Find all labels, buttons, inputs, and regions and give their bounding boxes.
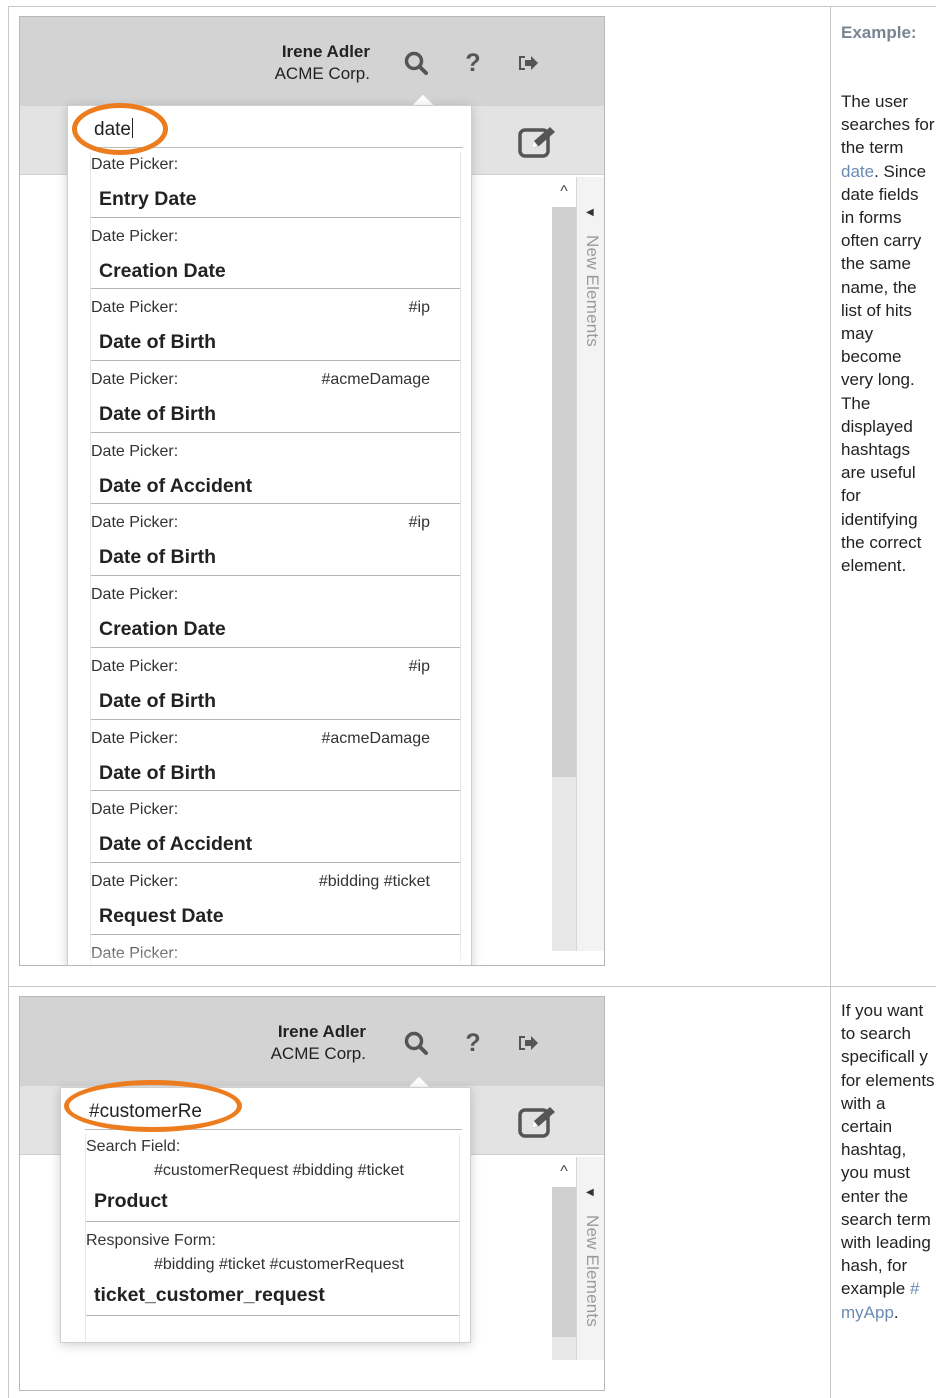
help-icon[interactable]: ? [455, 45, 491, 81]
help-icon[interactable]: ? [455, 1025, 491, 1061]
result-name: Creation Date [99, 618, 226, 641]
result-tags: #acmeDamage [321, 729, 431, 747]
result-name: ticket_customer_request [94, 1284, 325, 1306]
result-type: Date Picker: [91, 657, 179, 675]
result-type: Date Picker: [91, 586, 179, 604]
note-text-1: The user searches for the term date. Sin… [841, 92, 935, 576]
result-item[interactable]: Date Picker: Date of Accident [91, 433, 460, 505]
result-item[interactable]: Search Field: #customerRequest #bidding #… [86, 1134, 459, 1222]
result-item[interactable]: Date Picker: #bidding #ticket Request Date [91, 863, 460, 935]
result-type: Responsive Form: [86, 1232, 216, 1249]
chevron-left-icon[interactable]: ◀ [586, 207, 594, 218]
result-type: Date Picker: [91, 872, 179, 890]
search-icon[interactable] [398, 1025, 434, 1061]
result-type: Date Picker: [91, 299, 179, 317]
search-popup: date Date Picker: Entry Date Date Picker: C… [67, 105, 472, 965]
result-type: Date Picker: [91, 729, 179, 747]
result-tags: #ip [408, 299, 430, 317]
result-item[interactable]: Responsive Form: #bidding #ticket #custom… [86, 1222, 459, 1316]
result-type: Date Picker: [91, 227, 179, 245]
result-type: Date Picker: [91, 944, 179, 962]
logout-icon[interactable] [510, 45, 546, 81]
result-item[interactable]: Date Picker: #acmeDamage Date of Birth [91, 720, 460, 792]
result-name: Product [94, 1190, 168, 1212]
edit-icon[interactable] [518, 1106, 558, 1140]
highlight-ring [64, 1080, 242, 1132]
screenshot-cell-1: Irene Adler ACME Corp. ? ^ ◀ New Element… [8, 6, 830, 986]
result-type: Date Picker: [91, 442, 179, 460]
result-type: Date Picker: [91, 156, 179, 173]
top-bar: Irene Adler ACME Corp. ? [20, 17, 604, 106]
result-item[interactable]: Date Picker: Date of Accident [91, 791, 460, 863]
scrollbar-thumb[interactable] [552, 1187, 576, 1337]
result-name: Date of Birth [99, 761, 216, 784]
result-name: Request Date [99, 904, 224, 927]
term-link[interactable]: date [841, 162, 874, 181]
edit-icon[interactable] [518, 126, 558, 160]
chevron-up-icon[interactable]: ^ [552, 1157, 576, 1187]
logout-icon[interactable] [510, 1025, 546, 1061]
note-cell-1: Example: The user searches for the term … [830, 6, 936, 986]
result-item[interactable]: Date Picker: [91, 935, 460, 965]
result-tags: #bidding #ticket [318, 872, 430, 890]
app-window-1: Irene Adler ACME Corp. ? ^ ◀ New Element… [19, 16, 605, 966]
result-tags: #acmeDamage [321, 371, 431, 389]
chevron-left-icon[interactable]: ◀ [586, 1187, 594, 1198]
app-window-2: Irene Adler ACME Corp. ? ^ ◀ New Element… [19, 996, 605, 1391]
search-icon[interactable] [398, 45, 434, 81]
result-type: Date Picker: [91, 801, 179, 819]
user-info[interactable]: Irene Adler ACME Corp. [275, 41, 370, 85]
new-elements-tab[interactable]: ◀ New Elements [576, 1157, 604, 1360]
result-name: Entry Date [99, 188, 197, 210]
result-item[interactable]: Date Picker: #acmeDamage Date of Birth [91, 361, 460, 433]
result-type: Search Field: [86, 1138, 181, 1155]
example-heading: Example: [841, 23, 917, 42]
result-name: Date of Accident [99, 474, 253, 497]
highlight-ring [72, 103, 168, 155]
result-list: Search Field: #customerRequest #bidding #… [85, 1134, 460, 1342]
new-elements-tab[interactable]: ◀ New Elements [576, 177, 604, 951]
user-info[interactable]: Irene Adler ACME Corp. [271, 1021, 366, 1065]
user-org: ACME Corp. [270, 1044, 366, 1063]
user-org: ACME Corp. [274, 64, 370, 83]
result-name: Date of Birth [99, 403, 216, 426]
result-item[interactable]: Date Picker: Creation Date [91, 218, 460, 290]
result-item[interactable]: Date Picker: Entry Date [91, 152, 460, 218]
result-name: Date of Accident [99, 833, 253, 856]
chevron-up-icon[interactable]: ^ [552, 177, 576, 207]
note-text-2: If you want to search specificall y for … [841, 1001, 935, 1322]
user-name: Irene Adler [277, 1022, 366, 1041]
screenshot-cell-2: Irene Adler ACME Corp. ? ^ ◀ New Element… [8, 986, 830, 1398]
result-item[interactable]: Date Picker: #ip Date of Birth [91, 504, 460, 577]
result-type: Date Picker: [91, 371, 179, 389]
result-tags: #ip [408, 657, 430, 675]
result-tags: #bidding #ticket #customerRequest [154, 1256, 404, 1273]
result-name: Date of Birth [99, 331, 216, 354]
result-list: Date Picker: Entry Date Date Picker: Creati… [90, 152, 461, 965]
result-type: Date Picker: [91, 514, 179, 532]
result-tags: #ip [408, 514, 430, 532]
user-name: Irene Adler [281, 42, 370, 61]
result-tags: #customerRequest #bidding #ticket [154, 1162, 404, 1179]
result-item[interactable]: Date Picker: #ip Date of Birth [91, 289, 460, 362]
note-cell-2: If you want to search specificall y for … [830, 986, 936, 1398]
documentation-table: Irene Adler ACME Corp. ? ^ ◀ New Element… [0, 0, 936, 1398]
result-name: Creation Date [99, 259, 226, 282]
result-name: Date of Birth [99, 546, 216, 569]
scrollbar-thumb[interactable] [552, 207, 576, 777]
result-item[interactable]: Date Picker: Creation Date [91, 576, 460, 648]
side-scroll-panel: ^ [552, 1157, 576, 1360]
side-scroll-panel: ^ [552, 177, 576, 951]
top-bar: Irene Adler ACME Corp. ? [20, 997, 604, 1086]
new-elements-label: New Elements [583, 235, 602, 347]
result-name: Date of Birth [99, 689, 216, 712]
result-item[interactable]: Date Picker: #ip Date of Birth [91, 648, 460, 720]
new-elements-label: New Elements [583, 1215, 602, 1327]
